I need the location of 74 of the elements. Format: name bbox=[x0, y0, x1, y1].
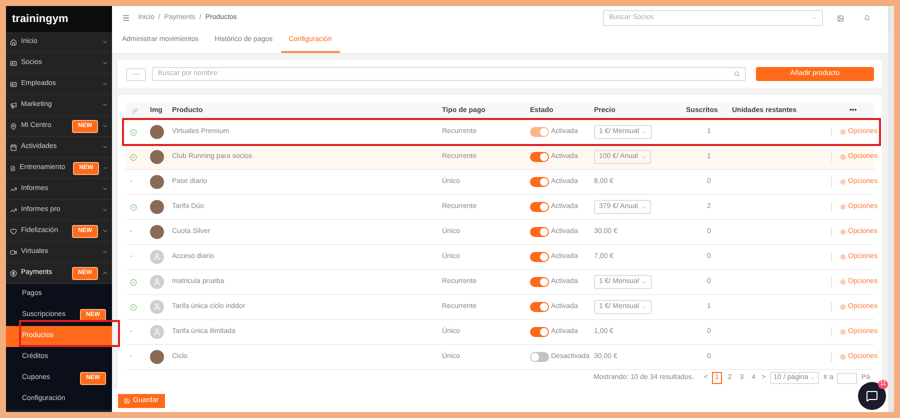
toggle-switch[interactable] bbox=[530, 177, 549, 187]
photo-placeholder bbox=[150, 150, 164, 164]
link-icon bbox=[132, 108, 138, 114]
megaphone-icon bbox=[10, 102, 17, 108]
toggle-switch[interactable] bbox=[530, 227, 549, 237]
calendar-icon bbox=[10, 144, 17, 150]
chevron-down-icon bbox=[102, 144, 108, 150]
goto-page-field[interactable] bbox=[837, 372, 858, 384]
toggle-switch[interactable] bbox=[530, 277, 549, 287]
chat-icon bbox=[866, 390, 878, 402]
check-circle-icon bbox=[130, 204, 137, 210]
avatar-icon bbox=[150, 250, 164, 264]
toggle-switch[interactable] bbox=[530, 152, 549, 162]
video-icon bbox=[10, 248, 17, 256]
photo-placeholder bbox=[150, 125, 164, 139]
chevron-down-icon bbox=[102, 81, 108, 87]
chevron-down-icon bbox=[102, 207, 108, 213]
chevron-down-icon bbox=[102, 102, 108, 108]
photo-placeholder bbox=[150, 200, 164, 214]
chevron-down-icon bbox=[102, 228, 108, 234]
photo-placeholder bbox=[150, 175, 164, 189]
check-circle-icon bbox=[130, 128, 137, 136]
chevron-down-icon bbox=[102, 123, 108, 129]
chevron-down-icon bbox=[102, 186, 108, 192]
logo: trainingym bbox=[12, 12, 68, 27]
toggle-switch[interactable] bbox=[530, 302, 549, 312]
photo-placeholder bbox=[150, 350, 164, 364]
gear-icon bbox=[840, 179, 846, 185]
chart-icon bbox=[10, 206, 17, 214]
heart-icon bbox=[10, 228, 17, 234]
gear-icon bbox=[840, 204, 846, 210]
chevron-up-icon bbox=[102, 270, 108, 276]
chevron-down-icon bbox=[640, 204, 646, 210]
avatar-icon bbox=[150, 300, 164, 314]
chevron-down-icon bbox=[102, 249, 108, 255]
toggle-switch[interactable] bbox=[530, 352, 549, 362]
gear-icon bbox=[840, 304, 846, 310]
gear-icon bbox=[840, 329, 846, 335]
map-pin-icon bbox=[10, 122, 17, 130]
chevron-down-icon bbox=[642, 304, 648, 310]
id-card-icon bbox=[10, 80, 17, 88]
menu-icon[interactable] bbox=[122, 14, 130, 22]
photo-placeholder bbox=[150, 225, 164, 239]
image-icon[interactable] bbox=[837, 14, 844, 22]
gear-icon bbox=[840, 254, 846, 260]
chevron-down-icon bbox=[102, 60, 108, 66]
avatar-icon bbox=[150, 275, 164, 289]
search-icon bbox=[734, 71, 740, 77]
check-circle-icon bbox=[130, 278, 137, 286]
gear-icon bbox=[840, 279, 846, 285]
chevron-down-icon bbox=[640, 154, 646, 160]
toggle-switch[interactable] bbox=[530, 327, 549, 337]
avatar-icon bbox=[150, 325, 164, 339]
chevron-down-icon bbox=[810, 376, 816, 380]
chevron-down-icon bbox=[642, 280, 648, 284]
toggle-switch[interactable] bbox=[530, 252, 549, 262]
check-circle-icon bbox=[130, 154, 137, 160]
home-icon bbox=[10, 38, 17, 46]
id-card-icon bbox=[10, 60, 17, 66]
gear-icon bbox=[840, 229, 846, 235]
gear-icon bbox=[840, 354, 846, 360]
gear-icon bbox=[840, 129, 846, 135]
check-circle-icon bbox=[130, 304, 137, 310]
chevron-down-icon bbox=[811, 15, 817, 21]
chart-icon bbox=[10, 186, 17, 192]
toggle-switch[interactable] bbox=[530, 202, 549, 212]
chevron-down-icon bbox=[103, 165, 108, 171]
chevron-down-icon bbox=[102, 39, 108, 45]
gear-icon bbox=[840, 154, 846, 160]
coin-icon bbox=[10, 270, 17, 276]
bell-icon[interactable] bbox=[864, 15, 870, 21]
chevron-down-icon bbox=[642, 130, 648, 134]
save-icon bbox=[124, 398, 130, 404]
document-icon bbox=[10, 164, 16, 172]
